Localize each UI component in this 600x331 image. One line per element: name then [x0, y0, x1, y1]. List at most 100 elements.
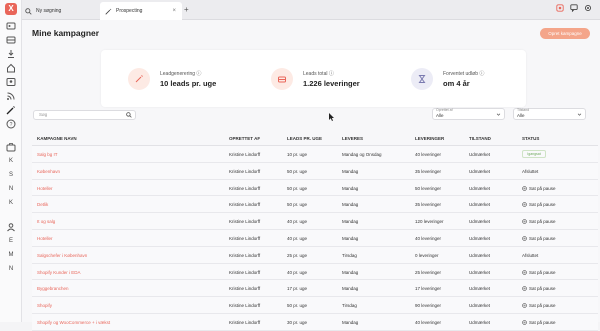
table-row[interactable]: Shopify og WooCommerce + i vækst Kristine…: [32, 313, 598, 331]
svg-text:?: ?: [10, 122, 13, 128]
tab-prospecting[interactable]: Prospecting ×: [100, 2, 182, 20]
status-label: Sat på pause: [529, 269, 556, 275]
badge-icon[interactable]: [556, 4, 564, 12]
mouse-cursor-icon: [329, 113, 334, 121]
home-icon[interactable]: [6, 63, 16, 73]
campaign-name-link[interactable]: Shopify Kunder i EDA: [37, 270, 81, 275]
pause-status-button[interactable]: Sat på pause: [522, 186, 556, 191]
tab-ny-sogning[interactable]: Ny søgning: [25, 2, 97, 20]
col-header-leads[interactable]: LEADS PR. UGE: [287, 136, 322, 141]
table-header: KAMPAGNE NAVN OPRETTET AF LEADS PR. UGE …: [32, 132, 598, 146]
create-campaign-button[interactable]: Opret kampagne: [540, 28, 590, 39]
workspace-n[interactable]: N: [5, 183, 17, 195]
campaign-name-link[interactable]: Salg bg IT: [37, 152, 58, 157]
delivery-days-cell: Tirsdag: [342, 303, 357, 309]
state-cell: Udmærket: [469, 269, 491, 275]
state-dropdown[interactable]: Tilstand Alle: [513, 108, 586, 120]
app-logo[interactable]: X: [5, 3, 17, 15]
hourglass-icon: [418, 74, 426, 83]
users-icon[interactable]: [6, 222, 16, 232]
table-row[interactable]: It og salg Kristine Lindorff 40 pr. uge Man…: [32, 213, 598, 230]
pause-status-button[interactable]: Sat på pause: [522, 320, 556, 325]
table-row[interactable]: Byggebranchen Kristine Lindorff 17 pr. uge…: [32, 280, 598, 298]
deliveries-cell: 120 leveringer: [415, 219, 444, 225]
delivery-days-cell: Mandag: [342, 269, 359, 275]
deliveries-cell: 40 leveringer: [415, 152, 442, 157]
pause-status-button[interactable]: Sat på pause: [522, 286, 556, 291]
delivery-days-cell: Mandag og Onsdag: [342, 152, 382, 157]
table-row[interactable]: Shopify Kunder i EDA Kristine Lindorff 40 …: [32, 263, 598, 281]
stat-value: 10 leads pr. uge: [160, 78, 217, 88]
col-header-delivered[interactable]: LEVERES: [342, 136, 363, 141]
inbox-tray-icon: [278, 76, 286, 82]
campaign-name-link[interactable]: Salgschefer i København: [37, 253, 87, 258]
col-header-name[interactable]: KAMPAGNE NAVN: [37, 136, 77, 141]
table-row[interactable]: Hoteller Kristine Lindorff 50 pr. uge Manda…: [32, 179, 598, 197]
table-row[interactable]: Shopify Kristine Lindorff 50 pr. uge Tirsda…: [32, 297, 598, 314]
created-by-cell: Kristine Lindorff: [229, 269, 261, 275]
pause-icon: [522, 320, 527, 325]
chevron-down-icon: [496, 113, 501, 116]
settings-icon[interactable]: [584, 4, 592, 12]
wand-icon: [105, 8, 112, 15]
campaign-name-link[interactable]: Hoteller: [37, 186, 53, 191]
col-header-state[interactable]: TILSTAND: [469, 136, 491, 141]
col-header-status[interactable]: STATUS: [522, 136, 539, 141]
inbox-icon[interactable]: [6, 35, 16, 45]
wand-icon[interactable]: [6, 105, 16, 115]
search-icon: [126, 112, 132, 118]
workspace-n2[interactable]: N: [5, 263, 17, 275]
new-tab-button[interactable]: +: [184, 5, 189, 14]
pause-status-button[interactable]: Sat på pause: [522, 270, 556, 275]
close-tab-icon[interactable]: ×: [172, 8, 176, 14]
help-icon[interactable]: ?: [6, 119, 16, 129]
deliveries-cell: 40 leveringer: [415, 319, 442, 325]
workspace-k2[interactable]: K: [5, 197, 17, 209]
delivery-days-cell: Mandag: [342, 286, 359, 292]
status-label: Sat på pause: [529, 235, 556, 241]
download-icon[interactable]: [6, 49, 16, 59]
state-cell: Udmærket: [469, 286, 491, 292]
deliveries-cell: 25 leveringer: [415, 269, 442, 275]
stat-value: om 4 år: [443, 78, 470, 88]
workspace-s[interactable]: S: [5, 169, 17, 181]
col-header-created-by[interactable]: OPRETTET AF: [229, 136, 260, 141]
briefcase-icon[interactable]: [6, 142, 16, 152]
campaign-name-link[interactable]: Shopify og WooCommerce + i vækst: [37, 320, 110, 325]
table-body: Salg bg IT Kristine Lindorff 10 pr. uge Man…: [32, 146, 598, 331]
pause-status-button[interactable]: Sat på pause: [522, 303, 556, 308]
leads-per-week-cell: 40 pr. uge: [287, 219, 308, 225]
created-by-dropdown[interactable]: Oprettet af Alle: [432, 108, 505, 120]
search-input[interactable]: Søg: [33, 110, 136, 120]
campaign-name-link[interactable]: It og salg: [37, 219, 55, 224]
campaign-name-link[interactable]: København: [37, 169, 60, 174]
col-header-deliveries[interactable]: LEVERINGER: [415, 136, 444, 141]
rss-icon[interactable]: [6, 91, 16, 101]
table-row[interactable]: Salgschefer i København Kristine Lindorff…: [32, 246, 598, 264]
table-row[interactable]: Hoteller Kristine Lindorff 40 pr. uge Manda…: [32, 229, 598, 247]
table-row[interactable]: København Kristine Lindorff 50 pr. uge Mand…: [32, 162, 598, 180]
table-row[interactable]: Salg bg IT Kristine Lindorff 10 pr. uge Man…: [32, 146, 598, 163]
created-by-cell: Kristine Lindorff: [229, 152, 261, 157]
table-row[interactable]: Detlik Kristine Lindorff 50 pr. uge Mandag 3…: [32, 196, 598, 214]
pause-status-button[interactable]: Sat på pause: [522, 219, 556, 224]
stat-icon-bg: [128, 67, 150, 90]
state-cell: Udmærket: [469, 152, 491, 157]
chevron-down-icon: [577, 113, 582, 116]
delivery-days-cell: Mandag: [342, 235, 359, 241]
workspace-m[interactable]: M: [5, 249, 17, 261]
pause-icon: [522, 202, 527, 208]
campaign-name-link[interactable]: Hoteller: [37, 236, 53, 241]
campaign-name-link[interactable]: Byggebranchen: [37, 286, 69, 291]
campaign-name-link[interactable]: Detlik: [37, 202, 48, 207]
contacts-icon[interactable]: [6, 77, 16, 87]
campaign-name-link[interactable]: Shopify: [37, 303, 52, 308]
pause-status-button[interactable]: Sat på pause: [522, 202, 556, 207]
dropdown-label: Oprettet af: [436, 108, 453, 112]
chat-icon[interactable]: [570, 4, 578, 12]
workspace-e[interactable]: E: [5, 235, 17, 247]
tab-label: Ny søgning: [36, 8, 62, 14]
pause-status-button[interactable]: Sat på pause: [522, 236, 556, 241]
id-card-icon[interactable]: [6, 21, 16, 31]
workspace-k[interactable]: K: [5, 155, 17, 167]
